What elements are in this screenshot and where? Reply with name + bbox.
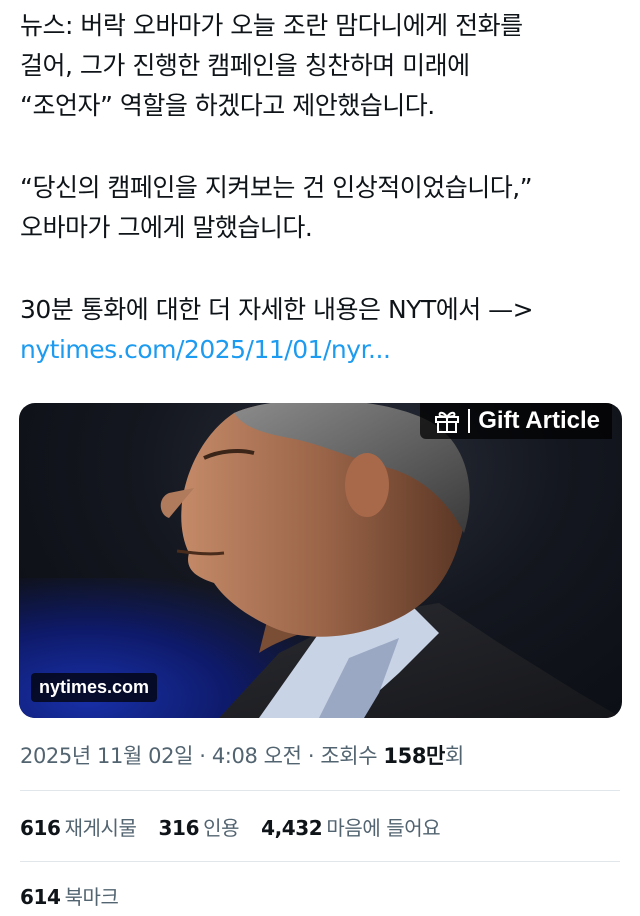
engagement-stats: 616 재게시물 316 인용 4,432 마음에 들어요 xyxy=(20,812,456,841)
likes-stat[interactable]: 4,432 마음에 들어요 xyxy=(261,816,441,840)
article-link[interactable]: nytimes.com/2025/11/01/nyr... xyxy=(20,330,620,370)
link-preview-card[interactable]: Gift Article nytimes.com xyxy=(19,403,622,718)
tweet-text: 뉴스: 버락 오바마가 오늘 조란 맘다니에게 전화를 걸어, 그가 진행한 캠… xyxy=(20,6,620,370)
tweet-line: “당신의 캠페인을 지켜보는 건 인상적이었습니다,” xyxy=(20,173,533,202)
bookmarks-count: 614 xyxy=(20,885,61,909)
gift-article-label: Gift Article xyxy=(478,407,600,434)
reposts-label: 재게시물 xyxy=(64,816,137,840)
tweet-line: 뉴스: 버락 오바마가 오늘 조란 맘다니에게 전화를 xyxy=(20,11,523,40)
gift-article-button[interactable]: Gift Article xyxy=(420,403,612,439)
quotes-count: 316 xyxy=(158,816,200,840)
tweet-line: 오바마가 그에게 말했습니다. xyxy=(20,213,313,242)
gift-icon xyxy=(435,411,460,433)
tweet-line: 30분 통화에 대한 더 자세한 내용은 NYT에서 —> xyxy=(20,295,534,324)
reposts-count: 616 xyxy=(20,816,61,840)
divider xyxy=(20,861,620,862)
meta-separator: · xyxy=(199,744,212,768)
bookmarks-stat[interactable]: 614 북마크 xyxy=(20,881,119,910)
likes-count: 4,432 xyxy=(261,816,323,840)
badge-separator xyxy=(468,409,471,433)
post-date[interactable]: 2025년 11월 02일 xyxy=(20,744,193,768)
source-domain-badge: nytimes.com xyxy=(31,673,158,702)
views-label: 조회수 xyxy=(320,744,378,768)
quotes-label: 인용 xyxy=(203,816,240,840)
tweet-meta: 2025년 11월 02일 · 4:08 오전 · 조회수 158만회 xyxy=(20,740,464,770)
tweet-line: 걸어, 그가 진행한 캠페인을 칭찬하며 미래에 xyxy=(20,51,470,80)
reposts-stat[interactable]: 616 재게시물 xyxy=(20,816,137,840)
views-count: 158만 xyxy=(383,744,445,768)
views-suffix: 회 xyxy=(444,744,464,768)
article-photo xyxy=(160,403,622,718)
post-time[interactable]: 4:08 오전 xyxy=(212,744,302,768)
bookmarks-label: 북마크 xyxy=(64,885,119,909)
tweet-line: “조언자” 역할을 하겠다고 제안했습니다. xyxy=(20,91,435,120)
likes-label: 마음에 들어요 xyxy=(326,816,441,840)
meta-separator: · xyxy=(307,744,321,768)
quotes-stat[interactable]: 316 인용 xyxy=(159,816,240,840)
divider xyxy=(20,790,620,791)
